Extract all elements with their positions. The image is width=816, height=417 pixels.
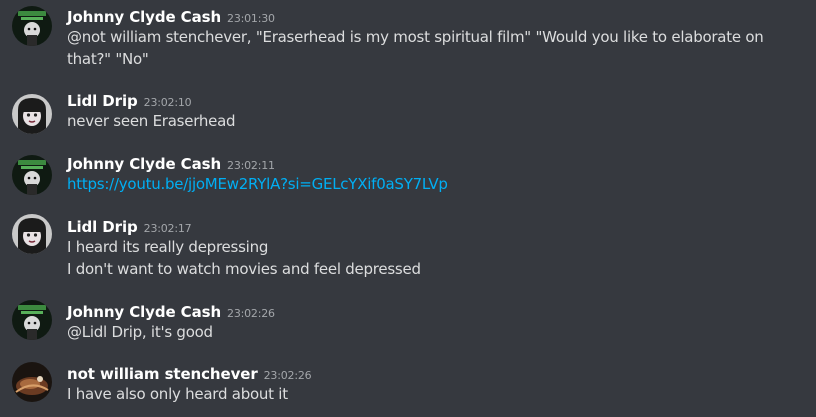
lidl-drip-avatar-icon (12, 94, 52, 134)
timestamp: 23:01:30 (227, 12, 275, 25)
avatar[interactable] (12, 94, 52, 134)
message-link[interactable]: https://youtu.be/jjoMEw2RYlA?si=GELcYXif… (67, 173, 787, 195)
message-text: never seen Eraserhead (67, 112, 236, 130)
message-body: never seen Eraserhead (67, 110, 787, 132)
message-text: I don't want to watch movies and feel de… (67, 260, 421, 278)
timestamp: 23:02:10 (143, 96, 192, 109)
message-body: @not william stenchever, "Eraserhead is … (67, 26, 787, 70)
timestamp: 23:02:26 (263, 369, 312, 382)
message-header: Johnny Clyde Cash 23:02:26 (67, 301, 275, 323)
johnny-clyde-cash-avatar-icon (12, 155, 52, 195)
username[interactable]: Lidl Drip (67, 92, 138, 110)
message-text: I heard its really depressing (67, 238, 269, 256)
johnny-clyde-cash-avatar-icon (12, 6, 52, 46)
username[interactable]: Johnny Clyde Cash (67, 155, 221, 173)
message-header: Lidl Drip 23:02:10 (67, 90, 192, 112)
avatar[interactable] (12, 6, 52, 46)
message-header: Johnny Clyde Cash 23:01:30 (67, 6, 275, 28)
avatar[interactable] (12, 362, 52, 402)
message-text: I have also only heard about it (67, 385, 288, 403)
avatar[interactable] (12, 300, 52, 340)
username[interactable]: Johnny Clyde Cash (67, 303, 221, 321)
message-body: @Lidl Drip, it's good (67, 321, 787, 343)
message-header: Lidl Drip 23:02:17 (67, 216, 192, 238)
lidl-drip-avatar-icon (12, 214, 52, 254)
johnny-clyde-cash-avatar-icon (12, 300, 52, 340)
avatar[interactable] (12, 155, 52, 195)
username[interactable]: not william stenchever (67, 365, 258, 383)
username[interactable]: Johnny Clyde Cash (67, 8, 221, 26)
avatar[interactable] (12, 214, 52, 254)
message-body: I have also only heard about it (67, 383, 787, 405)
message-text: @Lidl Drip, it's good (67, 323, 213, 341)
message-header: not william stenchever 23:02:26 (67, 363, 312, 385)
timestamp: 23:02:26 (227, 307, 275, 320)
timestamp: 23:02:11 (227, 159, 275, 172)
message-body: https://youtu.be/jjoMEw2RYlA?si=GELcYXif… (67, 173, 787, 195)
message-header: Johnny Clyde Cash 23:02:11 (67, 153, 275, 175)
message-text: @not william stenchever, "Eraserhead is … (67, 28, 764, 68)
not-william-stenchever-avatar-icon (12, 362, 52, 402)
username[interactable]: Lidl Drip (67, 218, 138, 236)
message-body: I heard its really depressing I don't wa… (67, 236, 787, 280)
chat-messages: Johnny Clyde Cash 23:01:30 @not william s… (0, 0, 816, 417)
timestamp: 23:02:17 (143, 222, 192, 235)
